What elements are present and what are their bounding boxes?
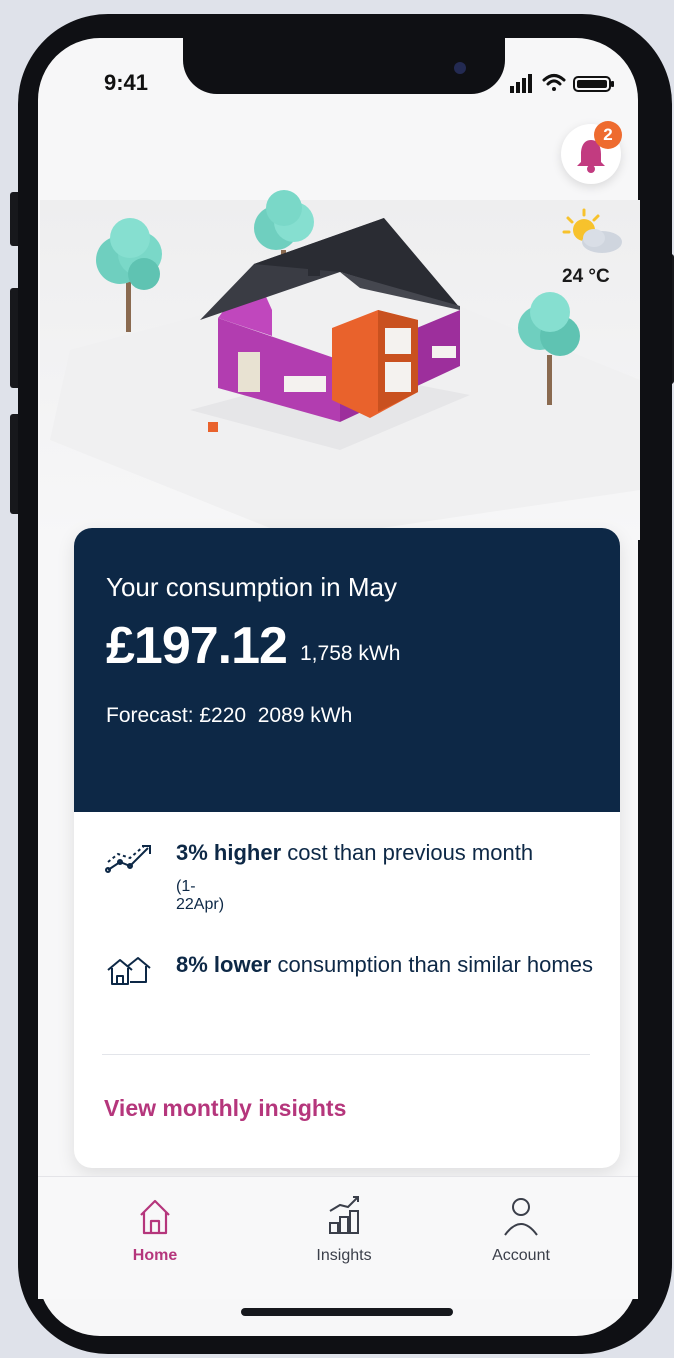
consumption-kwh: 1,758 kWh <box>300 642 401 665</box>
insight-period: (1-22Apr) <box>176 878 225 913</box>
weather-widget <box>560 206 630 266</box>
tab-home-label: Home <box>132 1247 178 1264</box>
tab-home[interactable]: Home <box>95 1177 215 1277</box>
tab-bar: Home Insights Account <box>38 1176 638 1299</box>
consumption-summary: Your consumption in May £197.12 1,758 kW… <box>74 528 620 812</box>
consumption-card: Your consumption in May £197.12 1,758 kW… <box>74 528 620 1168</box>
insight-text: 3% higher cost than previous month <box>176 840 534 865</box>
consumption-title: Your consumption in May <box>106 572 397 602</box>
insights-icon <box>329 1196 359 1234</box>
home-indicator[interactable] <box>241 1308 453 1316</box>
tab-account[interactable]: Account <box>461 1177 581 1277</box>
trend-up-icon <box>104 840 156 885</box>
signal-icon <box>510 74 532 93</box>
status-icons <box>508 70 618 96</box>
consumption-amount: £197.12 <box>106 617 288 675</box>
home-icon <box>140 1199 170 1235</box>
insight-text: 8% lower consumption than similar homes <box>176 952 593 977</box>
tab-account-label: Account <box>492 1247 550 1264</box>
view-monthly-insights-link[interactable]: View monthly insights <box>104 1095 346 1122</box>
front-camera <box>454 62 466 74</box>
battery-icon <box>573 76 614 92</box>
notification-count-badge: 2 <box>594 121 622 149</box>
homes-icon <box>104 952 156 997</box>
account-icon <box>504 1198 538 1236</box>
house-illustration <box>40 160 640 540</box>
status-time: 9:41 <box>104 70 149 95</box>
tab-insights-label: Insights <box>316 1247 372 1264</box>
wifi-icon <box>542 74 566 91</box>
partly-cloudy-icon <box>562 208 622 253</box>
divider <box>102 1054 590 1055</box>
consumption-forecast: Forecast: £220 2089 kWh <box>106 704 353 727</box>
tab-insights[interactable]: Insights <box>284 1177 404 1277</box>
temperature-label: 24 °C <box>562 266 610 287</box>
